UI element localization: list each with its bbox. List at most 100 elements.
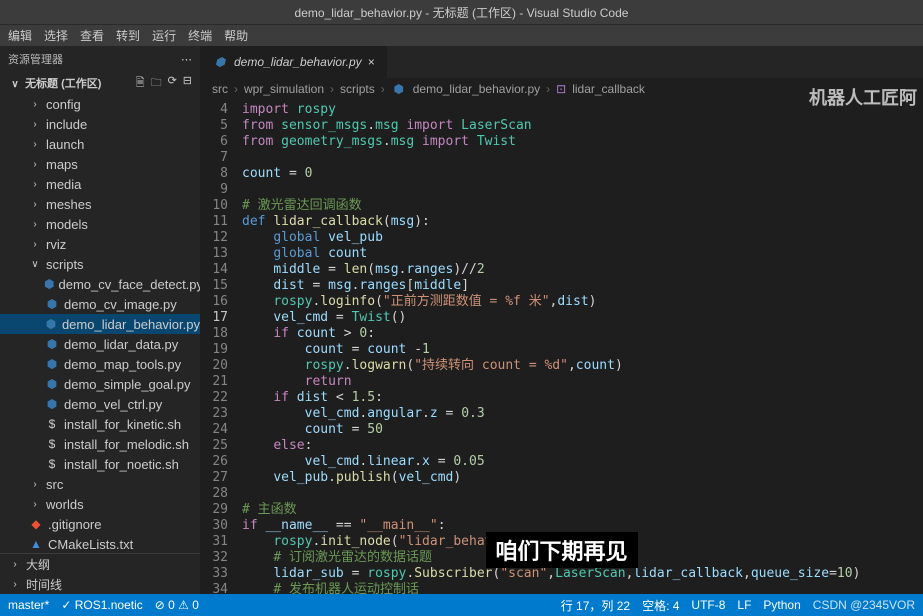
file-item[interactable]: ◆.gitignore <box>0 514 200 534</box>
status-item[interactable]: 行 17，列 22 <box>561 597 630 614</box>
tree-label: maps <box>46 157 78 172</box>
close-tab-icon[interactable]: × <box>368 55 375 69</box>
tree-label: worlds <box>46 497 84 512</box>
folder-item[interactable]: ›maps <box>0 154 200 174</box>
explorer-more-icon[interactable]: ⋯ <box>181 53 192 66</box>
tree-label: meshes <box>46 197 92 212</box>
file-item[interactable]: ⬢ demo_simple_goal.py <box>0 374 200 394</box>
tree-label: demo_simple_goal.py <box>64 377 190 392</box>
tree-label: demo_lidar_behavior.py <box>62 317 200 332</box>
explorer-header: 资源管理器 ⋯ <box>0 46 200 72</box>
folder-item[interactable]: ›rviz <box>0 234 200 254</box>
menu-item[interactable]: 终端 <box>188 27 212 44</box>
file-item[interactable]: ⬢ demo_lidar_data.py <box>0 334 200 354</box>
python-icon: ⬢ <box>212 55 228 69</box>
window-title: demo_lidar_behavior.py - 无标题 (工作区) - Vis… <box>295 4 629 21</box>
editor-area: 机器人工匠阿 ⬢ demo_lidar_behavior.py × src› w… <box>200 46 923 594</box>
folder-item[interactable]: ›media <box>0 174 200 194</box>
file-icon: ▲ <box>28 537 44 551</box>
file-icon: $ <box>44 417 60 431</box>
breadcrumb-item[interactable]: scripts <box>340 82 375 96</box>
status-bar: master* ✓ ROS1.noetic ⊘ 0 ⚠ 0 行 17，列 22 空格:… <box>0 594 923 616</box>
file-item[interactable]: ▲ CMakeLists.txt <box>0 534 200 553</box>
tree-label: CMakeLists.txt <box>48 537 133 552</box>
menu-item[interactable]: 编辑 <box>8 27 32 44</box>
menu-item[interactable]: 帮助 <box>224 27 248 44</box>
file-icon: ⬢ <box>44 357 60 371</box>
refresh-icon[interactable]: ⟳ <box>168 74 177 93</box>
collapse-icon[interactable]: ⊟ <box>183 74 192 93</box>
menu-item[interactable]: 选择 <box>44 27 68 44</box>
outline-section[interactable]: ›大纲 <box>0 554 200 574</box>
file-icon: ⬢ <box>44 397 60 411</box>
watermark: 机器人工匠阿 <box>809 84 917 110</box>
timeline-section[interactable]: ›时间线 <box>0 574 200 594</box>
folder-item[interactable]: ›src <box>0 474 200 494</box>
tree-label: demo_cv_image.py <box>64 297 177 312</box>
title-bar: demo_lidar_behavior.py - 无标题 (工作区) - Vis… <box>0 0 923 24</box>
code-lines[interactable]: import rospyfrom sensor_msgs.msg import … <box>242 102 923 594</box>
tree-label: models <box>46 217 88 232</box>
tree-label: launch <box>46 137 84 152</box>
file-item[interactable]: $ install_for_kinetic.sh <box>0 414 200 434</box>
status-item[interactable]: UTF-8 <box>691 598 725 612</box>
menu-item[interactable]: 转到 <box>116 27 140 44</box>
folder-item[interactable]: ›config <box>0 94 200 114</box>
file-icon: ⬢ <box>44 297 60 311</box>
file-item[interactable]: ⬢ demo_lidar_behavior.py <box>0 314 200 334</box>
breadcrumb-item[interactable]: wpr_simulation <box>244 82 324 96</box>
new-folder-icon[interactable]: 🗀 <box>151 74 162 93</box>
breadcrumb-item[interactable]: demo_lidar_behavior.py <box>413 82 540 96</box>
sidebar: 资源管理器 ⋯ ∨ 无标题 (工作区) 🗎 🗀 ⟳ ⊟ ›config›incl… <box>0 46 200 594</box>
tree-label: src <box>46 477 63 492</box>
menu-item[interactable]: 运行 <box>152 27 176 44</box>
file-icon: ⬢ <box>44 337 60 351</box>
status-item[interactable]: 空格: 4 <box>642 597 679 614</box>
tree-label: demo_lidar_data.py <box>64 337 178 352</box>
folder-item[interactable]: ›include <box>0 114 200 134</box>
status-item[interactable]: master* <box>8 598 49 612</box>
menu-item[interactable]: 查看 <box>80 27 104 44</box>
tree-label: demo_vel_ctrl.py <box>64 397 162 412</box>
code-editor[interactable]: 4567891011121314151617181920212223242526… <box>200 100 923 594</box>
status-item[interactable]: LF <box>737 598 751 612</box>
tree-label: media <box>46 177 81 192</box>
status-item[interactable]: ⊘ 0 ⚠ 0 <box>155 598 199 612</box>
line-gutter: 4567891011121314151617181920212223242526… <box>200 102 242 594</box>
workspace-header[interactable]: ∨ 无标题 (工作区) 🗎 🗀 ⟳ ⊟ <box>0 72 200 94</box>
file-item[interactable]: ⬢ demo_vel_ctrl.py <box>0 394 200 414</box>
file-icon: ⬢ <box>44 317 58 331</box>
tree-label: install_for_kinetic.sh <box>64 417 181 432</box>
folder-item[interactable]: ›meshes <box>0 194 200 214</box>
folder-item[interactable]: ›models <box>0 214 200 234</box>
folder-item[interactable]: ›worlds <box>0 494 200 514</box>
file-icon: $ <box>44 457 60 471</box>
tree-label: include <box>46 117 87 132</box>
tree-label: config <box>46 97 81 112</box>
folder-item[interactable]: ›launch <box>0 134 200 154</box>
tree-label: scripts <box>46 257 84 272</box>
tree-label: rviz <box>46 237 66 252</box>
file-item[interactable]: ⬢demo_map_tools.py <box>0 354 200 374</box>
status-item[interactable]: Python <box>763 598 800 612</box>
breadcrumb-item[interactable]: lidar_callback <box>572 82 645 96</box>
video-caption: 咱们下期再见 <box>485 532 637 568</box>
file-icon: ◆ <box>28 517 44 531</box>
status-item[interactable]: ✓ ROS1.noetic <box>61 598 142 612</box>
editor-tab[interactable]: ⬢ demo_lidar_behavior.py × <box>200 46 388 78</box>
new-file-icon[interactable]: 🗎 <box>136 74 145 93</box>
file-item[interactable]: $install_for_melodic.sh <box>0 434 200 454</box>
file-icon: ⬢ <box>44 377 60 391</box>
folder-item[interactable]: ∨scripts <box>0 254 200 274</box>
file-item[interactable]: ⬢demo_cv_face_detect.py <box>0 274 200 294</box>
csdn-watermark: CSDN @2345VOR <box>813 598 915 612</box>
explorer-title: 资源管理器 <box>8 51 63 67</box>
file-item[interactable]: $install_for_noetic.sh <box>0 454 200 474</box>
editor-tabs: ⬢ demo_lidar_behavior.py × <box>200 46 923 78</box>
file-item[interactable]: ⬢ demo_cv_image.py <box>0 294 200 314</box>
file-icon: $ <box>44 437 60 451</box>
tree-label: demo_cv_face_detect.py <box>58 277 200 292</box>
menu-bar: 编辑选择查看转到运行终端帮助 <box>0 24 923 46</box>
breadcrumb-item[interactable]: src <box>212 82 228 96</box>
tab-label: demo_lidar_behavior.py <box>234 55 362 69</box>
